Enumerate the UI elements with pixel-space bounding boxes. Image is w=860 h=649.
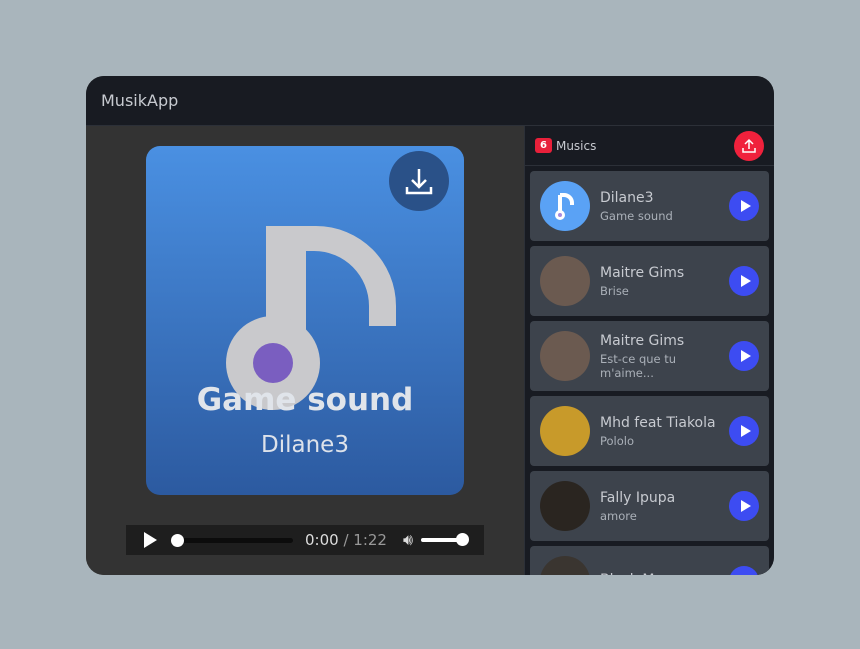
play-item-button[interactable] bbox=[729, 191, 759, 221]
download-button[interactable] bbox=[389, 151, 449, 211]
item-title: amore bbox=[600, 508, 637, 523]
duration: 1:22 bbox=[353, 531, 387, 549]
play-icon bbox=[740, 500, 751, 512]
current-time: 0:00 bbox=[305, 531, 339, 549]
playlist-item[interactable]: Fally Ipupa amore bbox=[530, 471, 769, 541]
artist-avatar bbox=[540, 331, 590, 381]
artist-avatar bbox=[540, 406, 590, 456]
playlist-item[interactable]: Black M bbox=[530, 546, 769, 575]
app-title: MusikApp bbox=[86, 76, 774, 126]
play-icon bbox=[740, 200, 751, 212]
play-icon bbox=[740, 425, 751, 437]
song-artist: Dilane3 bbox=[261, 432, 349, 458]
play-icon bbox=[740, 275, 751, 287]
play-item-button[interactable] bbox=[729, 491, 759, 521]
play-item-button[interactable] bbox=[729, 416, 759, 446]
playlist-item[interactable]: Maitre Gims Brise bbox=[530, 246, 769, 316]
upload-icon bbox=[742, 138, 756, 153]
app-window: MusikApp Game sound Dilane3 0:00 / 1:22 … bbox=[86, 76, 774, 575]
volume-slider[interactable] bbox=[421, 533, 470, 546]
item-artist: Maitre Gims bbox=[600, 264, 685, 281]
item-title: Est-ce que tu m'aime... bbox=[600, 351, 677, 380]
item-title: Game sound bbox=[600, 208, 673, 223]
item-artist: Mhd feat Tiakola bbox=[600, 414, 716, 431]
upload-button[interactable] bbox=[734, 130, 764, 161]
playlist-item[interactable]: Mhd feat Tiakola Pololo bbox=[530, 396, 769, 466]
album-cover: Game sound Dilane3 bbox=[146, 146, 464, 495]
player-panel: Game sound Dilane3 0:00 / 1:22 🔊︎ bbox=[86, 126, 524, 575]
play-item-button[interactable] bbox=[729, 266, 759, 296]
download-icon bbox=[405, 169, 433, 195]
artist-avatar bbox=[540, 556, 590, 575]
item-artist: Maitre Gims bbox=[600, 332, 685, 349]
artist-avatar bbox=[540, 256, 590, 306]
item-title: Pololo bbox=[600, 433, 635, 448]
play-item-button[interactable] bbox=[729, 341, 759, 371]
item-artist: Dilane3 bbox=[600, 189, 654, 206]
song-title: Game sound bbox=[196, 382, 414, 418]
music-count-badge: 6 bbox=[535, 138, 552, 153]
seek-slider[interactable] bbox=[171, 533, 293, 547]
playlist-item[interactable]: Dilane3 Game sound bbox=[530, 171, 769, 241]
playlist-panel: 6 Musics Dilane3 Game sound Maitre Gims Bris… bbox=[524, 126, 774, 575]
playlist-item[interactable]: Maitre Gims Est-ce que tu m'aime... bbox=[530, 321, 769, 391]
item-artist: Fally Ipupa bbox=[600, 489, 676, 506]
play-icon bbox=[740, 350, 751, 362]
volume-icon[interactable]: 🔊︎ bbox=[403, 530, 413, 550]
play-item-button[interactable] bbox=[729, 566, 759, 575]
item-artist: Black M bbox=[600, 572, 729, 576]
audio-player: 0:00 / 1:22 🔊︎ bbox=[126, 525, 484, 555]
play-button[interactable] bbox=[144, 532, 157, 548]
item-title: Brise bbox=[600, 283, 629, 298]
playlist-label: Musics bbox=[555, 138, 597, 153]
artist-avatar bbox=[540, 181, 590, 231]
artist-avatar bbox=[540, 481, 590, 531]
